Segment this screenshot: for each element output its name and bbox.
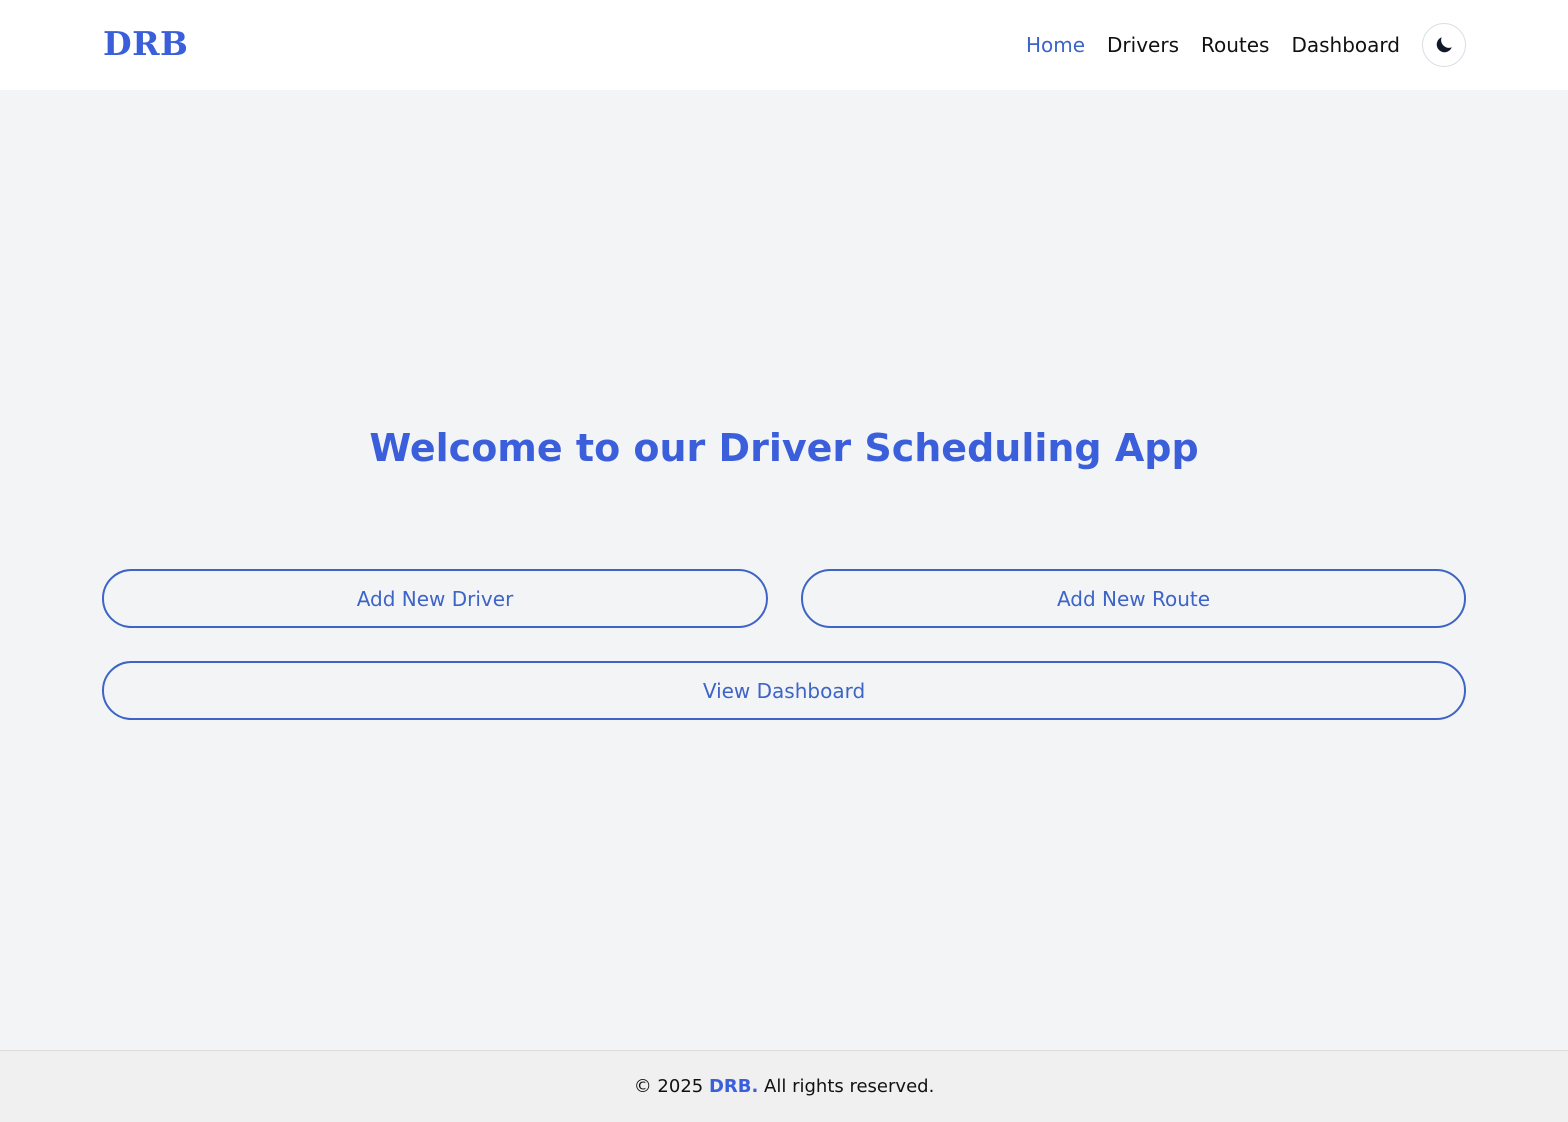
nav-link-home[interactable]: Home [1026,22,1085,68]
footer-brand-link[interactable]: DRB. [709,1076,758,1097]
footer-copyright: © 2025 [633,1076,709,1097]
nav-link-dashboard[interactable]: Dashboard [1291,22,1400,68]
nav-link-drivers[interactable]: Drivers [1107,22,1179,68]
footer-rights-text: All rights reserved. [758,1076,935,1097]
nav-link-routes[interactable]: Routes [1201,22,1269,68]
add-new-driver-button[interactable]: Add New Driver [102,569,768,628]
page-footer: © 2025 DRB. All rights reserved. [0,1050,1568,1122]
moon-icon [1436,37,1452,53]
view-dashboard-button[interactable]: View Dashboard [102,661,1466,720]
top-navbar: DRB Home Drivers Routes Dashboard [0,0,1568,90]
theme-toggle-button[interactable] [1422,23,1466,67]
brand-logo[interactable]: DRB [103,22,188,66]
main-nav: Home Drivers Routes Dashboard [1026,22,1466,68]
add-new-route-button[interactable]: Add New Route [801,569,1466,628]
page-title: Welcome to our Driver Scheduling App [369,426,1199,470]
